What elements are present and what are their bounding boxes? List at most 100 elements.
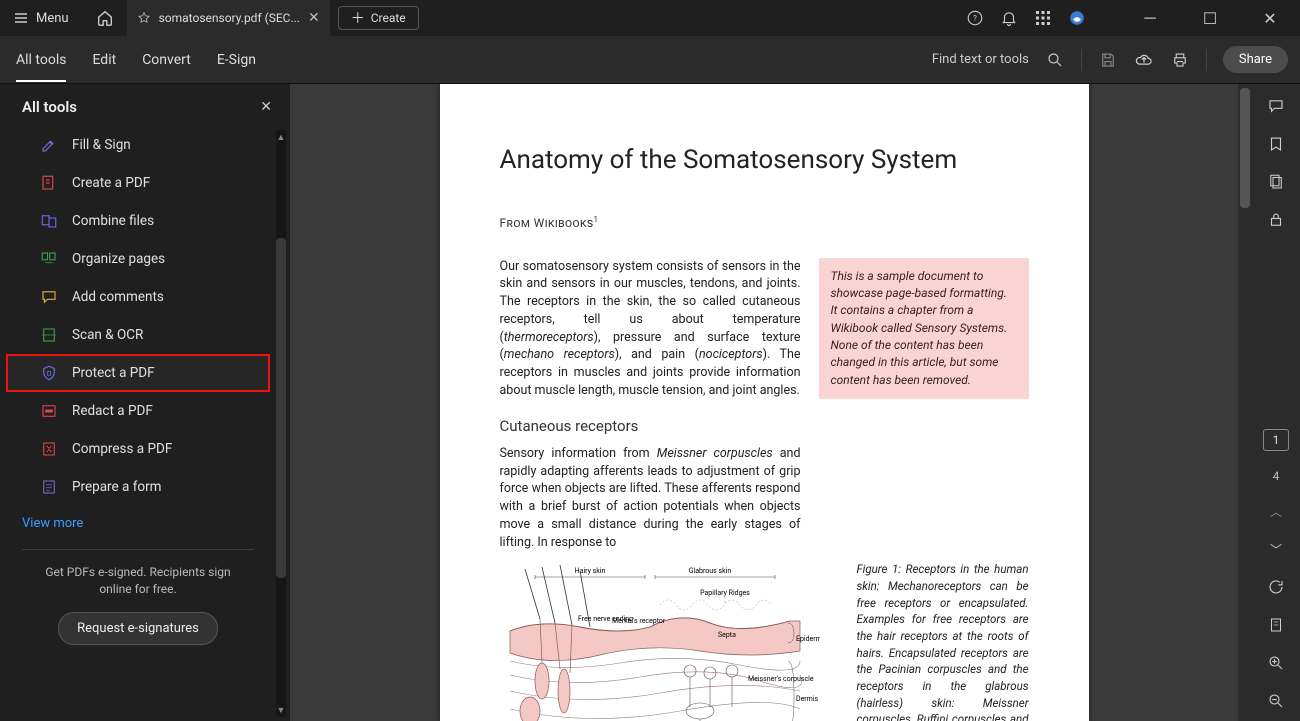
label-merkels: Merkel's receptor bbox=[612, 617, 666, 625]
sidebar-scrollbar[interactable]: ▲ ▼ bbox=[276, 130, 286, 717]
zoom-in-icon[interactable] bbox=[1266, 653, 1286, 673]
plus-icon: ＋ bbox=[351, 8, 365, 28]
create-label: Create bbox=[371, 11, 406, 25]
tool-item-label: Create a PDF bbox=[72, 175, 150, 191]
find-text-label[interactable]: Find text or tools bbox=[932, 52, 1029, 67]
label-papillary: Papillary Ridges bbox=[700, 589, 750, 597]
figure-caption: Figure 1: Receptors in the human skin: M… bbox=[857, 561, 1029, 721]
rotate-icon[interactable] bbox=[1266, 577, 1286, 597]
all-tools-panel: All tools ✕ Fill & Sign Create a PDF Combi… bbox=[0, 84, 290, 721]
tool-item-label: Compress a PDF bbox=[72, 441, 172, 457]
scroll-up-icon[interactable]: ▲ bbox=[276, 130, 286, 144]
apps-grid-icon[interactable] bbox=[1034, 9, 1052, 27]
tool-item-form[interactable]: Prepare a form bbox=[6, 468, 270, 506]
window-close-button[interactable]: ✕ bbox=[1248, 3, 1292, 33]
tool-item-organize[interactable]: Organize pages bbox=[6, 240, 270, 278]
hamburger-icon bbox=[14, 11, 28, 25]
pdf-page: Anatomy of the Somatosensory System From… bbox=[440, 84, 1089, 721]
sidebar-scroll-thumb[interactable] bbox=[276, 238, 286, 578]
menu-label: Menu bbox=[36, 11, 69, 26]
star-icon bbox=[137, 11, 151, 25]
print-icon[interactable] bbox=[1170, 50, 1190, 70]
right-rail: 1 4 ︿ ﹀ bbox=[1252, 84, 1300, 721]
tool-item-pen[interactable]: Fill & Sign bbox=[6, 126, 270, 164]
label-septa: Septa bbox=[718, 631, 736, 639]
combine-icon bbox=[40, 212, 58, 230]
shield-icon bbox=[40, 364, 58, 382]
home-button[interactable] bbox=[83, 0, 127, 36]
create-button[interactable]: ＋ Create bbox=[338, 6, 419, 30]
document-viewer[interactable]: Anatomy of the Somatosensory System From… bbox=[290, 84, 1238, 721]
request-esignatures-button[interactable]: Request e-signatures bbox=[58, 612, 218, 645]
form-icon bbox=[40, 478, 58, 496]
redact-icon bbox=[40, 402, 58, 420]
window-minimize-button[interactable]: ─ bbox=[1128, 3, 1172, 33]
tool-item-combine[interactable]: Combine files bbox=[6, 202, 270, 240]
bookmarks-panel-icon[interactable] bbox=[1266, 134, 1286, 154]
lock-icon[interactable] bbox=[1266, 210, 1286, 230]
total-pages: 4 bbox=[1273, 469, 1280, 483]
tool-item-label: Redact a PDF bbox=[72, 403, 153, 419]
tab-esign[interactable]: E-Sign bbox=[217, 38, 256, 82]
tool-item-comment[interactable]: Add comments bbox=[6, 278, 270, 316]
scan-icon bbox=[40, 326, 58, 344]
paragraph-2: Sensory information from Meissner corpus… bbox=[500, 445, 801, 552]
tool-item-label: Add comments bbox=[72, 289, 164, 305]
tab-all-tools[interactable]: All tools bbox=[16, 38, 66, 82]
tool-item-label: Scan & OCR bbox=[72, 327, 143, 343]
sidebar-note: This is a sample document to showcase pa… bbox=[819, 258, 1029, 400]
main-scroll-thumb[interactable] bbox=[1240, 88, 1250, 208]
help-icon[interactable]: ? bbox=[966, 9, 984, 27]
label-glabrous: Glabrous skin bbox=[688, 567, 731, 575]
document-tab[interactable]: somatosensory.pdf (SEC... ✕ bbox=[127, 0, 330, 36]
organize-icon bbox=[40, 250, 58, 268]
view-more-link[interactable]: View more bbox=[0, 506, 276, 535]
bell-icon[interactable] bbox=[1000, 9, 1018, 27]
esignature-promo-text: Get PDFs e-signed. Recipients sign onlin… bbox=[0, 564, 276, 598]
tool-item-label: Protect a PDF bbox=[72, 365, 155, 381]
search-icon[interactable] bbox=[1045, 50, 1065, 70]
title-bar: Menu somatosensory.pdf (SEC... ✕ ＋ Creat… bbox=[0, 0, 1300, 36]
tool-item-scan[interactable]: Scan & OCR bbox=[6, 316, 270, 354]
sidebar-close-button[interactable]: ✕ bbox=[260, 99, 272, 115]
tab-close-button[interactable]: ✕ bbox=[308, 10, 320, 26]
create-pdf-icon bbox=[40, 174, 58, 192]
page-up-button[interactable]: ︿ bbox=[1266, 501, 1286, 521]
tool-item-compress[interactable]: Compress a PDF bbox=[6, 430, 270, 468]
scroll-down-icon[interactable]: ▼ bbox=[276, 703, 286, 717]
current-page-badge[interactable]: 1 bbox=[1263, 429, 1289, 451]
document-source: From Wikibooks1 bbox=[500, 215, 1029, 230]
comment-icon bbox=[40, 288, 58, 306]
document-title: Anatomy of the Somatosensory System bbox=[500, 144, 1029, 177]
tool-item-create-pdf[interactable]: Create a PDF bbox=[6, 164, 270, 202]
comments-panel-icon[interactable] bbox=[1266, 96, 1286, 116]
svg-text:?: ? bbox=[973, 14, 977, 24]
page-fit-icon[interactable] bbox=[1266, 615, 1286, 635]
tool-item-label: Combine files bbox=[72, 213, 154, 229]
tab-edit[interactable]: Edit bbox=[92, 38, 116, 82]
tab-convert[interactable]: Convert bbox=[142, 38, 191, 82]
window-maximize-button[interactable]: ☐ bbox=[1188, 3, 1232, 33]
section-heading: Cutaneous receptors bbox=[500, 416, 801, 437]
tool-item-label: Organize pages bbox=[72, 251, 165, 267]
skin-diagram: Hairy skin Glabrous skin Papillary Ridge… bbox=[500, 561, 839, 721]
menu-button[interactable]: Menu bbox=[0, 0, 83, 36]
cloud-upload-icon[interactable] bbox=[1134, 50, 1154, 70]
pen-icon bbox=[40, 136, 58, 154]
main-scrollbar[interactable] bbox=[1238, 84, 1252, 721]
profile-icon[interactable] bbox=[1068, 9, 1086, 27]
compress-icon bbox=[40, 440, 58, 458]
tool-item-label: Prepare a form bbox=[72, 479, 162, 495]
sidebar-title: All tools bbox=[22, 98, 77, 116]
divider bbox=[22, 549, 254, 550]
save-icon[interactable] bbox=[1098, 50, 1118, 70]
tool-item-shield[interactable]: Protect a PDF bbox=[6, 354, 270, 392]
zoom-out-icon[interactable] bbox=[1266, 691, 1286, 711]
tool-item-redact[interactable]: Redact a PDF bbox=[6, 392, 270, 430]
label-epidermis: Epidermis bbox=[796, 635, 820, 643]
page-down-button[interactable]: ﹀ bbox=[1266, 539, 1286, 559]
pages-panel-icon[interactable] bbox=[1266, 172, 1286, 192]
label-meissner: Meissner's corpuscle bbox=[748, 675, 814, 683]
share-button[interactable]: Share bbox=[1223, 46, 1288, 73]
tool-item-label: Fill & Sign bbox=[72, 137, 131, 153]
